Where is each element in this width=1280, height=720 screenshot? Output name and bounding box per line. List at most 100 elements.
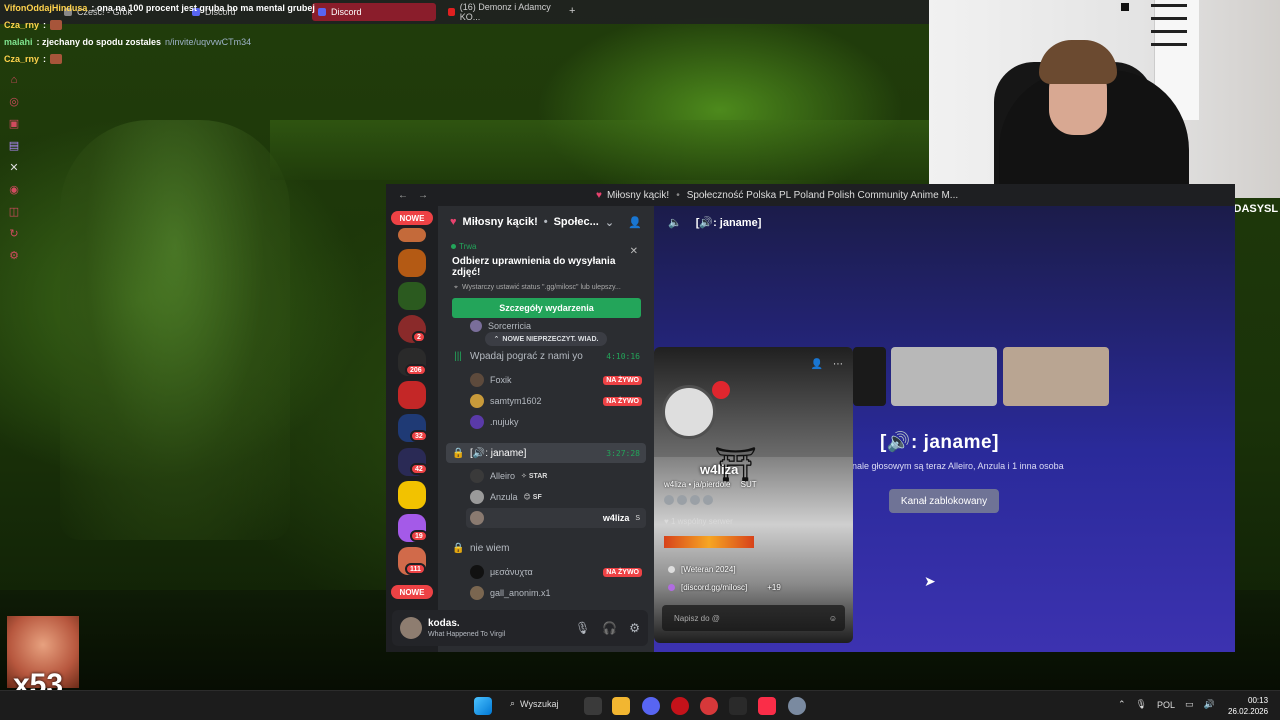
browser-tab-discord-active[interactable]: Discord — [312, 3, 436, 21]
language-indicator[interactable]: POL — [1157, 700, 1175, 710]
common-servers[interactable]: ♥ 1 wspólny serwer — [664, 517, 733, 526]
emote-icon — [50, 20, 63, 30]
app-icon[interactable] — [729, 697, 747, 715]
voice-member[interactable]: .nujuky — [466, 412, 646, 432]
role-tag: [discord.gg/milosc] +19 — [668, 583, 781, 592]
server-icon[interactable] — [398, 228, 426, 242]
app-icon[interactable]: ⌂ — [11, 74, 18, 87]
app-icon[interactable]: ◉ — [9, 184, 19, 197]
voice-member[interactable]: Alleiro ✧ STAR — [466, 466, 646, 486]
voice-channel[interactable]: 🔒 nie wiem — [446, 538, 646, 558]
participant-tile[interactable] — [891, 347, 997, 406]
youtube-icon — [448, 8, 455, 16]
user-panel: kodas. What Happened To Virgil 🎙 🎧 ⚙ — [392, 610, 648, 646]
voice-member[interactable]: Foxik NA ŻYWO — [466, 370, 646, 390]
chat-message: Cza_rny: — [4, 51, 315, 68]
webcam-feed — [929, 0, 1280, 198]
server-icon[interactable] — [398, 249, 426, 277]
voice-channel-participants: nale głosowym są teraz Alleiro, Anzula i… — [852, 461, 1064, 471]
settings-icon[interactable] — [788, 697, 806, 715]
server-icon[interactable] — [398, 282, 426, 310]
role-tag: [Weteran 2024] — [668, 565, 736, 574]
voice-member[interactable]: gall_anonim.x1 — [466, 583, 646, 603]
notification-badge: 206 — [405, 364, 427, 376]
status-dot-icon — [712, 381, 730, 399]
avatar — [470, 320, 482, 332]
discord-app-icon[interactable] — [642, 697, 660, 715]
volume-icon[interactable]: 🔊 — [1204, 699, 1215, 710]
event-status: Trwa — [451, 242, 646, 251]
event-subtitle: ⌖ Wystarczy ustawić status ".gg/milosc" l… — [454, 284, 621, 291]
app-icon[interactable]: ▣ — [9, 118, 19, 131]
twitch-icon[interactable]: ▤ — [9, 140, 19, 153]
voice-member[interactable]: Anzula 😊 SF — [466, 487, 646, 507]
opera-icon[interactable] — [671, 697, 689, 715]
profile-avatar — [662, 385, 716, 439]
microphone-icon[interactable]: 🎙 — [575, 621, 590, 635]
close-icon[interactable]: ✕ — [630, 246, 638, 257]
new-unread-messages-pill[interactable]: ⌃ NOWE NIEPRZECZYT. WIAD. — [485, 332, 607, 346]
microphone-icon[interactable]: 🎙 — [1136, 699, 1147, 710]
browser-side-rail: ⌂ ◎ ▣ ▤ ✕ ◉ ◫ ↻ ⚙ — [6, 74, 22, 263]
browser-tab-youtube[interactable]: (16) Demonz i Adamcy KO... — [442, 3, 562, 21]
taskbar-clock[interactable]: 00:13 26.02.2026 — [1228, 695, 1268, 717]
forward-arrow-icon[interactable]: → — [418, 190, 428, 201]
more-icon[interactable]: ⋯ — [833, 359, 843, 370]
voice-header: 🔈 [🔊: janame] — [668, 216, 762, 229]
voice-activity-icon: ||| — [454, 350, 462, 362]
voice-channel-selected[interactable]: 🔒 [🔊: janame] 3:27:28 — [446, 443, 646, 463]
back-arrow-icon[interactable]: ← — [398, 190, 408, 201]
notification-badge: 19 — [410, 530, 428, 542]
file-explorer-icon[interactable] — [612, 697, 630, 715]
network-icon[interactable]: ▭ — [1185, 699, 1194, 710]
settings-icon[interactable]: ⚙ — [9, 250, 19, 263]
voice-channel[interactable]: ||| Wpadaj pograć z nami yo 4:10:16 — [446, 346, 646, 366]
channel-locked-button[interactable]: Kanał zablokowany — [889, 489, 999, 513]
direct-message-input[interactable]: Napisz do @ ☺ — [662, 605, 845, 631]
emoji-icon[interactable]: ☺ — [829, 614, 837, 623]
server-icon[interactable] — [398, 381, 426, 409]
search-icon: ⌕ — [510, 698, 516, 708]
participant-tile[interactable] — [853, 347, 886, 406]
badge-icon — [677, 495, 687, 505]
chevron-up-icon[interactable]: ⌃ — [1118, 699, 1126, 710]
chrome-icon[interactable] — [700, 697, 718, 715]
app-icon[interactable]: ◎ — [9, 96, 19, 109]
taskbar-search[interactable]: ⌕ Wyszukaj — [510, 698, 558, 709]
windows-start-icon[interactable] — [474, 697, 492, 715]
speaker-icon: 🔈 — [668, 216, 682, 229]
event-details-button[interactable]: Szczegóły wydarzenia — [452, 298, 641, 318]
avatar — [470, 415, 484, 429]
participant-tile[interactable] — [1003, 347, 1109, 406]
profile-username: w4liza • ja/pierdole SUT — [664, 480, 757, 489]
avatar[interactable] — [400, 617, 422, 639]
heart-icon: ♥ — [596, 189, 602, 201]
voice-member[interactable]: Sorcerricia — [466, 320, 646, 332]
gear-icon[interactable]: ⚙ — [629, 621, 640, 635]
server-header[interactable]: ♥ Miłosny kącik! • Społec... ⌄ 👤 — [438, 208, 654, 236]
voice-channel-name: [🔊: janame] — [880, 432, 999, 453]
event-title: Odbierz uprawnienia do wysyłania zdjęć! — [452, 256, 616, 278]
x-icon[interactable]: ✕ — [9, 162, 18, 175]
nav-arrows: ← → — [386, 190, 428, 201]
voice-member[interactable]: samtym1602 NA ŻYWO — [466, 391, 646, 411]
music-icon[interactable] — [758, 697, 776, 715]
new-servers-pill[interactable]: NOWE — [391, 211, 433, 225]
avatar — [470, 511, 484, 525]
headphones-icon[interactable]: 🎧 — [602, 621, 617, 635]
app-icon[interactable]: ◫ — [9, 206, 19, 219]
live-badge: NA ŻYWO — [603, 396, 642, 406]
voice-member-selected[interactable]: w4liza S — [466, 508, 646, 528]
emote-icon — [50, 54, 63, 64]
event-banner: Trwa Odbierz uprawnienia do wysyłania zd… — [446, 242, 646, 320]
add-member-icon[interactable]: 👤 — [628, 216, 642, 229]
voice-member[interactable]: μεσάνυχτα NA ŻYWO — [466, 562, 646, 582]
add-friend-icon[interactable]: 👤 — [811, 359, 823, 370]
new-servers-pill[interactable]: NOWE — [391, 585, 433, 599]
app-icon[interactable]: ↻ — [9, 228, 18, 241]
server-icon[interactable] — [398, 481, 426, 509]
new-tab-icon[interactable]: + — [569, 5, 575, 17]
flame-banner — [664, 536, 754, 548]
badge-icon — [690, 495, 700, 505]
task-view-icon[interactable] — [584, 697, 602, 715]
